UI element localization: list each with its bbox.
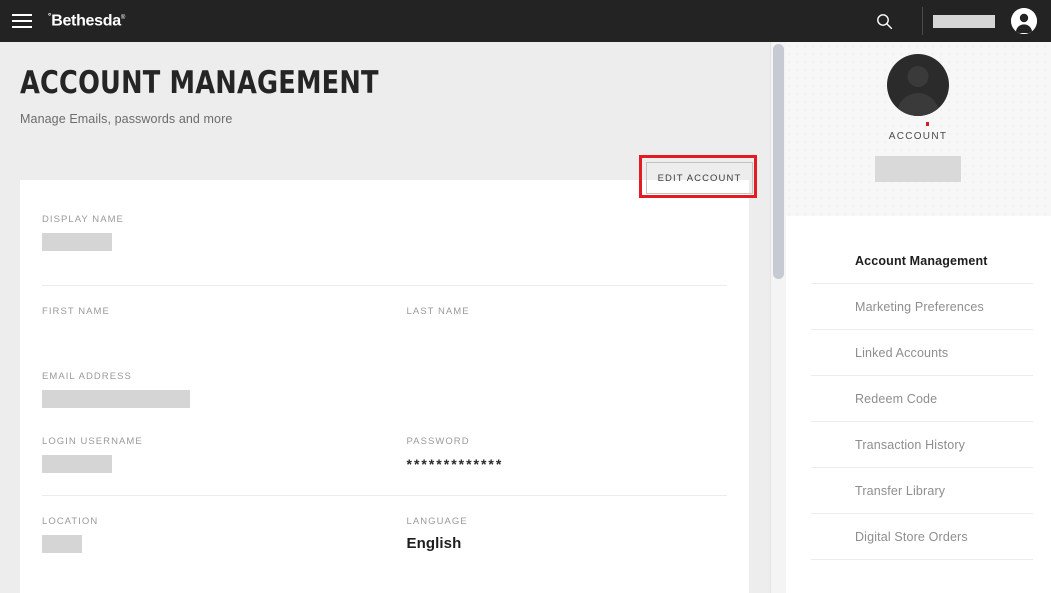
account-details-card: DISPLAY NAME FIRST NAME LAST NAME EMAIL … bbox=[20, 180, 749, 593]
form-col-left: FIRST NAME bbox=[42, 300, 385, 365]
redacted-email-address bbox=[42, 390, 190, 408]
avatar-head-shape bbox=[907, 66, 929, 87]
page-subtitle: Manage Emails, passwords and more bbox=[20, 112, 233, 126]
field-label-location: LOCATION bbox=[42, 516, 99, 527]
main-content-column: ACCOUNT MANAGEMENT Manage Emails, passwo… bbox=[0, 42, 782, 593]
field-label-email-address: EMAIL ADDRESS bbox=[42, 371, 132, 382]
sidebar-item-marketing-preferences[interactable]: Marketing Preferences bbox=[811, 284, 1033, 330]
form-col-right bbox=[385, 208, 728, 273]
edit-account-button[interactable]: EDIT ACCOUNT bbox=[646, 162, 753, 194]
field-email-address[interactable]: EMAIL ADDRESS bbox=[42, 365, 385, 430]
form-col-right bbox=[385, 365, 728, 430]
sidebar-navigation: Account Management Marketing Preferences… bbox=[785, 216, 1051, 560]
sidebar-item-transaction-history[interactable]: Transaction History bbox=[811, 422, 1033, 468]
top-navigation-bar: °Bethesda® bbox=[0, 0, 1051, 42]
form-row-email: EMAIL ADDRESS bbox=[42, 365, 727, 430]
account-summary-panel: ACCOUNT bbox=[785, 42, 1051, 216]
form-col-left: EMAIL ADDRESS bbox=[42, 365, 385, 430]
form-col-right: LAST NAME bbox=[385, 300, 728, 365]
logo-registered-mark: ® bbox=[120, 14, 125, 21]
user-avatar-icon[interactable] bbox=[1011, 8, 1037, 34]
sidebar-item-digital-store-orders[interactable]: Digital Store Orders bbox=[811, 514, 1033, 560]
field-value-first-name bbox=[42, 325, 385, 343]
field-value-language: English bbox=[406, 535, 462, 552]
sidebar-item-transfer-library[interactable]: Transfer Library bbox=[811, 468, 1033, 514]
field-value-location bbox=[42, 535, 385, 553]
field-value-login-username bbox=[42, 455, 385, 473]
form-row-names: FIRST NAME LAST NAME bbox=[42, 300, 727, 365]
form-col-left: LOCATION bbox=[42, 510, 385, 575]
redacted-display-name bbox=[42, 233, 112, 251]
search-icon[interactable] bbox=[864, 0, 904, 42]
field-label-last-name: LAST NAME bbox=[406, 306, 470, 317]
field-value-email-address bbox=[42, 390, 385, 408]
field-login-username[interactable]: LOGIN USERNAME bbox=[42, 430, 385, 495]
form-col-left: DISPLAY NAME bbox=[42, 208, 385, 273]
form-row-display-name: DISPLAY NAME bbox=[42, 208, 727, 273]
hamburger-line bbox=[12, 20, 32, 22]
bethesda-logo[interactable]: °Bethesda® bbox=[48, 12, 125, 30]
logo-text: Bethesda bbox=[51, 12, 121, 30]
field-label-language: LANGUAGE bbox=[406, 516, 468, 527]
field-value-display-name bbox=[42, 233, 385, 251]
hamburger-menu-icon[interactable] bbox=[12, 14, 32, 28]
notification-dot bbox=[926, 122, 929, 126]
field-label-password: PASSWORD bbox=[406, 436, 470, 447]
field-display-name[interactable]: DISPLAY NAME bbox=[42, 208, 385, 273]
field-label-login-username: LOGIN USERNAME bbox=[42, 436, 143, 447]
form-col-left: LOGIN USERNAME bbox=[42, 430, 385, 495]
topbar-divider bbox=[922, 7, 923, 35]
form-divider bbox=[42, 285, 727, 286]
user-name-redacted bbox=[933, 14, 995, 28]
form-row-locale: LOCATION LANGUAGE English bbox=[42, 510, 727, 575]
hamburger-line bbox=[12, 26, 32, 28]
field-first-name[interactable]: FIRST NAME bbox=[42, 300, 385, 365]
sidebar-item-linked-accounts[interactable]: Linked Accounts bbox=[811, 330, 1033, 376]
form-divider bbox=[42, 495, 727, 496]
form-row-credentials: LOGIN USERNAME PASSWORD ************* bbox=[42, 430, 727, 495]
redacted-login-username bbox=[42, 455, 112, 473]
field-value-password: ************* bbox=[406, 456, 504, 472]
page-title: ACCOUNT MANAGEMENT bbox=[20, 65, 379, 101]
page-header: ACCOUNT MANAGEMENT Manage Emails, passwo… bbox=[0, 42, 782, 126]
hamburger-line bbox=[12, 14, 32, 16]
redacted-account-name bbox=[875, 156, 961, 182]
field-value-last-name bbox=[407, 325, 728, 343]
form-col-right: LANGUAGE English bbox=[385, 510, 728, 575]
user-avatar-large-icon[interactable] bbox=[887, 54, 949, 116]
page-scrollbar-thumb[interactable] bbox=[773, 44, 784, 279]
field-label-first-name: FIRST NAME bbox=[42, 306, 110, 317]
avatar-body-shape bbox=[897, 93, 939, 116]
right-sidebar-column: ACCOUNT Account Management Marketing Pre… bbox=[785, 42, 1051, 593]
sidebar-item-account-management[interactable]: Account Management bbox=[811, 238, 1033, 284]
account-panel-label: ACCOUNT bbox=[888, 131, 948, 142]
topbar-right-group bbox=[864, 0, 1051, 42]
edit-account-annotation-box: EDIT ACCOUNT bbox=[639, 155, 757, 198]
sidebar-item-redeem-code[interactable]: Redeem Code bbox=[811, 376, 1033, 422]
redacted-location bbox=[42, 535, 82, 553]
field-language[interactable]: LANGUAGE English bbox=[407, 510, 728, 575]
form-col-right: PASSWORD ************* bbox=[385, 430, 728, 495]
page-scrollbar-track[interactable] bbox=[770, 42, 786, 593]
user-account-menu[interactable] bbox=[933, 8, 1051, 34]
field-last-name[interactable]: LAST NAME bbox=[407, 300, 728, 365]
field-password[interactable]: PASSWORD ************* bbox=[407, 430, 728, 495]
field-location[interactable]: LOCATION bbox=[42, 510, 385, 575]
field-label-display-name: DISPLAY NAME bbox=[42, 214, 124, 225]
